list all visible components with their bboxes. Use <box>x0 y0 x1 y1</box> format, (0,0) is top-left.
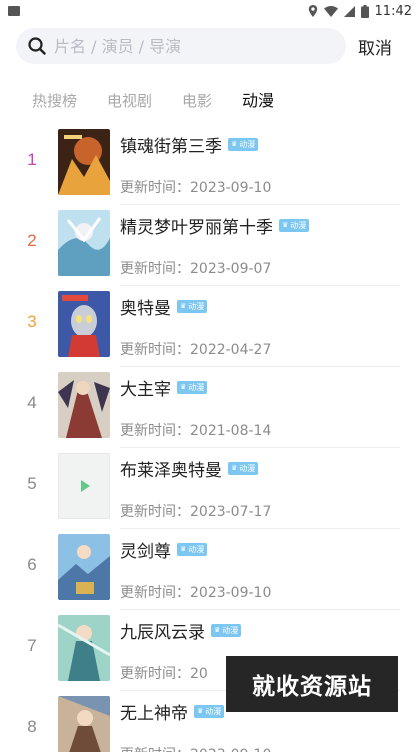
category-tabs: 热搜榜 电视剧 电影 动漫 <box>32 90 304 112</box>
poster-thumbnail[interactable] <box>58 453 110 519</box>
search-input[interactable] <box>54 36 314 56</box>
tab-anime[interactable]: 动漫 <box>242 90 274 112</box>
cancel-button[interactable]: 取消 <box>358 34 392 59</box>
rank-number: 8 <box>27 717 37 736</box>
search-box[interactable] <box>16 28 346 64</box>
category-badge: ♛ 动漫 <box>228 138 259 151</box>
category-badge: ♛ 动漫 <box>279 219 310 232</box>
poster-thumbnail[interactable] <box>58 291 110 357</box>
poster-thumbnail[interactable] <box>58 534 110 600</box>
item-title[interactable]: 镇魂街第三季 <box>120 132 222 157</box>
item-title[interactable]: 灵剑尊 <box>120 537 171 562</box>
crown-icon: ♛ <box>180 383 187 391</box>
crown-icon: ♛ <box>231 140 238 148</box>
battery-icon <box>360 4 369 18</box>
search-icon <box>28 37 46 55</box>
list-item[interactable]: 3 奥特曼 ♛ 动漫 更新时间：2022-04-27 <box>0 286 420 367</box>
crown-icon: ♛ <box>180 545 187 553</box>
item-title[interactable]: 布莱泽奥特曼 <box>120 456 222 481</box>
search-row: 取消 <box>16 28 412 64</box>
item-title[interactable]: 奥特曼 <box>120 294 171 319</box>
tab-tv-series[interactable]: 电视剧 <box>107 90 152 112</box>
wifi-icon <box>323 5 338 17</box>
poster-thumbnail[interactable] <box>58 372 110 438</box>
rank-number: 1 <box>27 150 37 169</box>
update-time: 更新时间：2023-09-10 <box>120 585 272 601</box>
category-badge: ♛ 动漫 <box>194 705 225 718</box>
item-title[interactable]: 无上神帝 <box>120 699 188 724</box>
category-badge: ♛ 动漫 <box>211 624 242 637</box>
status-bar: 11:42 <box>0 0 420 22</box>
item-title[interactable]: 精灵梦叶罗丽第十季 <box>120 213 273 238</box>
crown-icon: ♛ <box>282 221 289 229</box>
crown-icon: ♛ <box>231 464 238 472</box>
poster-thumbnail[interactable] <box>58 210 110 276</box>
item-title[interactable]: 大主宰 <box>120 375 171 400</box>
rank-number: 3 <box>27 312 37 331</box>
item-title[interactable]: 九辰风云录 <box>120 618 205 643</box>
update-time: 更新时间：2022-04-27 <box>120 342 272 358</box>
tab-movies[interactable]: 电影 <box>182 90 212 112</box>
update-time: 更新时间：2023-09-07 <box>120 261 272 277</box>
tab-hot-search[interactable]: 热搜榜 <box>32 90 77 112</box>
list-item[interactable]: 6 灵剑尊 ♛ 动漫 更新时间：2023-09-10 <box>0 529 420 610</box>
image-icon <box>8 6 20 16</box>
list-item[interactable]: 4 大主宰 ♛ 动漫 更新时间：2021-08-14 <box>0 367 420 448</box>
list-item[interactable]: 5 布莱泽奥特曼 ♛ 动漫 更新时间：2023-07-17 <box>0 448 420 529</box>
poster-thumbnail[interactable] <box>58 129 110 195</box>
location-icon <box>308 5 317 17</box>
crown-icon: ♛ <box>180 302 187 310</box>
play-icon <box>81 480 90 492</box>
category-badge: ♛ 动漫 <box>177 300 208 313</box>
rank-number: 5 <box>27 474 37 493</box>
clock: 11:42 <box>374 3 412 19</box>
list-item[interactable]: 1 镇魂街第三季 ♛ 动漫 更新时间：2023-09-10 <box>0 124 420 205</box>
rank-number: 4 <box>27 393 37 412</box>
watermark: 就收资源站 <box>226 656 398 712</box>
update-time: 更新时间：2023-09-10 <box>120 180 272 196</box>
rank-number: 7 <box>27 636 37 655</box>
poster-thumbnail[interactable] <box>58 696 110 752</box>
update-time: 更新时间：2023-07-17 <box>120 504 272 520</box>
update-time: 更新时间：20 <box>120 666 208 682</box>
crown-icon: ♛ <box>197 707 204 715</box>
signal-icon <box>343 5 355 17</box>
rank-number: 2 <box>27 231 37 250</box>
category-badge: ♛ 动漫 <box>228 462 259 475</box>
crown-icon: ♛ <box>214 626 221 634</box>
category-badge: ♛ 动漫 <box>177 381 208 394</box>
update-time: 更新时间：2023-09-10 <box>120 744 271 752</box>
category-badge: ♛ 动漫 <box>177 543 208 556</box>
poster-thumbnail[interactable] <box>58 615 110 681</box>
update-time: 更新时间：2021-08-14 <box>120 423 272 439</box>
rank-number: 6 <box>27 555 37 574</box>
list-item[interactable]: 2 精灵梦叶罗丽第十季 ♛ 动漫 更新时间：2023-09-07 <box>0 205 420 286</box>
